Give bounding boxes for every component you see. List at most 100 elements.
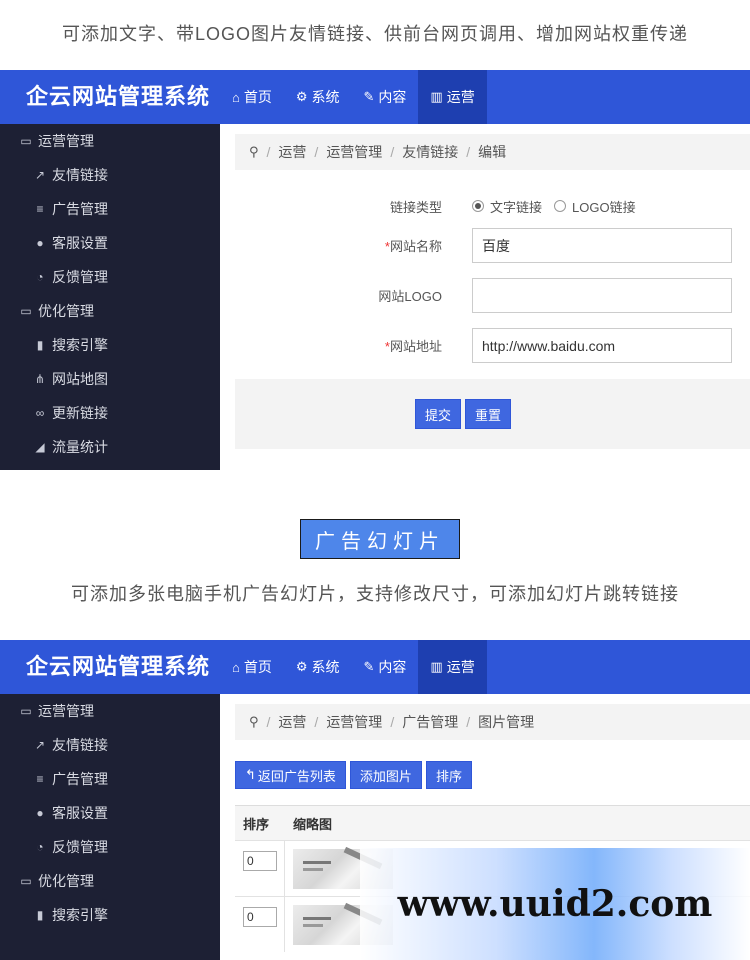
folder-open-icon: ▭ [20, 134, 32, 148]
comments-icon: ● [36, 236, 44, 250]
breadcrumb-item[interactable]: 运营 [278, 142, 306, 162]
sidebar: ▭ 运营管理 ↗ 友情链接 ≡ 广告管理 ● 客服设置 ◔ 反馈管理 ▭ 优化管理 ▮ 搜索引… [0, 694, 220, 960]
sort-order-input[interactable]: 0 [243, 851, 277, 871]
top-navbar: 企云网站管理系统 ⌂ 首页 ⚙ 系统 ✎ 内容 ▥ 运营 [0, 70, 750, 124]
back-to-ad-list-button[interactable]: ↰ 返回广告列表 [235, 761, 346, 789]
sidebar-group-operation[interactable]: ▭ 运营管理 [0, 124, 220, 158]
radio-text-link[interactable]: 文字链接 [472, 197, 542, 216]
sliders-icon: ≡ [36, 772, 44, 786]
folder-open-icon: ▭ [20, 874, 32, 888]
folder-open-icon: ▭ [20, 304, 32, 318]
link-type-label: 链接类型 [389, 199, 442, 215]
breadcrumb: ⚲ / 运营 / 运营管理 / 广告管理 / 图片管理 [235, 704, 750, 740]
sort-order-input[interactable]: 0 [243, 907, 277, 927]
nav-operation[interactable]: ▥ 运营 [418, 70, 487, 124]
main-nav: ⌂ 首页 ⚙ 系统 ✎ 内容 ▥ 运营 [220, 70, 487, 124]
toolbar: ↰ 返回广告列表 添加图片 排序 [235, 761, 472, 789]
sidebar-item-update-links[interactable]: ∞ 更新链接 [0, 396, 220, 430]
breadcrumb-current: 图片管理 [478, 714, 535, 730]
form-row-link-type: 链接类型 文字链接 LOGO链接 [235, 192, 750, 220]
nav-system[interactable]: ⚙ 系统 [284, 70, 352, 124]
sliders-icon: ≡ [36, 202, 44, 216]
sidebar-item-traffic[interactable]: ◢ 流量统计 [0, 430, 220, 464]
sidebar-item-ads[interactable]: ≡ 广告管理 [0, 192, 220, 226]
form-row-site-logo: 网站LOGO [235, 278, 750, 313]
breadcrumb-item[interactable]: 友情链接 [402, 142, 458, 162]
home-icon: ⌂ [232, 659, 240, 675]
comments-icon: ● [36, 806, 44, 820]
sidebar-group-optimize[interactable]: ▭ 优化管理 [0, 294, 220, 328]
column-header-thumbnail: 缩略图 [293, 816, 333, 832]
bar-chart-icon: ▥ [430, 89, 443, 104]
sidebar-item-search-engine[interactable]: ▮ 搜索引擎 [0, 898, 220, 932]
external-link-icon: ↗ [34, 738, 46, 752]
site-name-input[interactable]: 百度 [472, 228, 732, 263]
breadcrumb: ⚲ / 运营 / 运营管理 / 友情链接 / 编辑 [235, 134, 750, 170]
sidebar: ▭ 运营管理 ↗ 友情链接 ≡ 广告管理 ● 客服设置 ◔ 反馈管理 ▭ 优化管理 ▮ 搜索引… [0, 124, 220, 470]
radio-checked-icon [472, 200, 484, 212]
caption-links: 可添加文字、带LOGO图片友情链接、供前台网页调用、增加网站权重传递 [61, 24, 688, 44]
caption-ad-slides: 可添加多张电脑手机广告幻灯片，支持修改尺寸，可添加幻灯片跳转链接 [71, 584, 679, 604]
sidebar-item-search-engine[interactable]: ▮ 搜索引擎 [0, 328, 220, 362]
rss-icon: ◔ [36, 840, 44, 854]
admin-screenshot-links: 企云网站管理系统 ⌂ 首页 ⚙ 系统 ✎ 内容 ▥ 运营 ▭ 运营管理 ↗ 友情链接 ≡ 广告… [0, 70, 750, 470]
reply-icon: ↰ [245, 767, 256, 782]
sidebar-item-feedback[interactable]: ◔ 反馈管理 [0, 260, 220, 294]
breadcrumb-current: 编辑 [478, 144, 507, 160]
radio-unchecked-icon [554, 200, 567, 212]
form-footer: 提交 重置 [235, 379, 750, 449]
map-marker-icon: ⚲ [249, 144, 259, 159]
sidebar-group-operation[interactable]: ▭ 运营管理 [0, 694, 220, 728]
map-icon: ▮ [36, 338, 44, 352]
site-url-label: *网站地址 [384, 339, 442, 354]
bar-chart-icon: ▥ [430, 659, 443, 674]
brand-title: 企云网站管理系统 [26, 84, 211, 109]
sidebar-item-ads[interactable]: ≡ 广告管理 [0, 762, 220, 796]
edit-icon: ✎ [363, 89, 375, 104]
section-title-ad-slides: 广告幻灯片 [300, 519, 460, 559]
column-header-sort: 排序 [243, 816, 270, 832]
main-nav: ⌂ 首页 ⚙ 系统 ✎ 内容 ▥ 运营 [220, 640, 487, 694]
sidebar-item-friend-links[interactable]: ↗ 友情链接 [0, 158, 220, 192]
site-name-label: *网站名称 [384, 239, 442, 254]
area-chart-icon: ◢ [35, 440, 45, 454]
table-header: 排序 缩略图 [235, 806, 750, 840]
watermark: www.uuid2.com [360, 848, 750, 960]
radio-logo-link[interactable]: LOGO链接 [554, 197, 636, 216]
nav-home[interactable]: ⌂ 首页 [220, 70, 284, 124]
submit-button[interactable]: 提交 [415, 399, 461, 429]
nav-operation[interactable]: ▥ 运营 [418, 640, 487, 694]
sidebar-item-sitemap[interactable]: ⋔ 网站地图 [0, 362, 220, 396]
brand-title: 企云网站管理系统 [26, 654, 211, 679]
sidebar-item-service[interactable]: ● 客服设置 [0, 796, 220, 830]
sidebar-item-feedback[interactable]: ◔ 反馈管理 [0, 830, 220, 864]
map-icon: ▮ [36, 908, 44, 922]
rss-icon: ◔ [36, 270, 44, 284]
breadcrumb-item[interactable]: 广告管理 [402, 712, 458, 732]
sidebar-item-service[interactable]: ● 客服设置 [0, 226, 220, 260]
main-content: ⚲ / 运营 / 运营管理 / 友情链接 / 编辑 链接类型 文字链接 LOGO… [220, 124, 750, 470]
folder-open-icon: ▭ [20, 704, 32, 718]
map-marker-icon: ⚲ [249, 714, 259, 729]
sort-button[interactable]: 排序 [425, 761, 472, 789]
external-link-icon: ↗ [34, 168, 46, 182]
form-row-site-name: *网站名称 百度 [235, 228, 750, 263]
site-logo-input[interactable] [472, 278, 732, 313]
sitemap-icon: ⋔ [34, 372, 46, 386]
breadcrumb-item[interactable]: 运营管理 [326, 142, 382, 162]
gears-icon: ⚙ [295, 659, 308, 674]
nav-home[interactable]: ⌂ 首页 [220, 640, 284, 694]
top-navbar: 企云网站管理系统 ⌂ 首页 ⚙ 系统 ✎ 内容 ▥ 运营 [0, 640, 750, 694]
site-url-input[interactable]: http://www.baidu.com [472, 328, 732, 363]
sidebar-item-friend-links[interactable]: ↗ 友情链接 [0, 728, 220, 762]
gears-icon: ⚙ [295, 89, 308, 104]
add-image-button[interactable]: 添加图片 [349, 761, 422, 789]
nav-content[interactable]: ✎ 内容 [352, 640, 419, 694]
breadcrumb-item[interactable]: 运营 [278, 712, 306, 732]
sidebar-group-optimize[interactable]: ▭ 优化管理 [0, 864, 220, 898]
nav-system[interactable]: ⚙ 系统 [284, 640, 352, 694]
reset-button[interactable]: 重置 [465, 399, 511, 429]
form-row-site-url: *网站地址 http://www.baidu.com [235, 328, 750, 363]
nav-content[interactable]: ✎ 内容 [352, 70, 419, 124]
breadcrumb-item[interactable]: 运营管理 [326, 712, 382, 732]
